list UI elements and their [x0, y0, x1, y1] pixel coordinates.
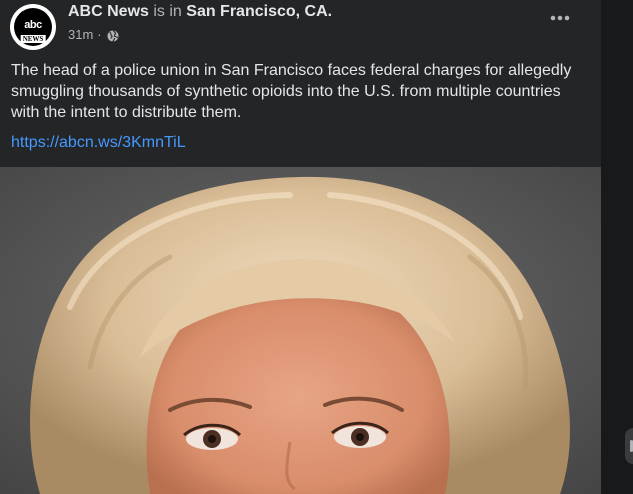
- abc-news-avatar[interactable]: abc NEWS: [10, 4, 56, 50]
- article-link[interactable]: https://abcn.ws/3KmnTiL: [11, 132, 186, 153]
- post-card: abc NEWS ABC News is in San Francisco, C…: [0, 0, 601, 494]
- avatar-logo-text: abc: [24, 18, 42, 31]
- more-horizontal-icon: [550, 15, 570, 21]
- more-options-button[interactable]: [545, 6, 575, 30]
- author-name-link[interactable]: ABC News: [68, 3, 149, 20]
- post-body-text: The head of a police union in San Franci…: [11, 62, 572, 121]
- author-line: ABC News is in San Francisco, CA.: [68, 2, 332, 22]
- timestamp-link[interactable]: 31m: [68, 26, 93, 44]
- meta-separator: ·: [97, 27, 102, 42]
- post-photo[interactable]: [0, 167, 601, 494]
- abc-news-logo: abc NEWS: [14, 8, 52, 46]
- location-link[interactable]: San Francisco, CA.: [186, 3, 332, 20]
- post-meta: 31m ·: [68, 26, 119, 44]
- is-in-text: is in: [153, 3, 182, 20]
- post-header: abc NEWS ABC News is in San Francisco, C…: [0, 0, 601, 56]
- scroll-handle[interactable]: [625, 428, 633, 464]
- globe-icon[interactable]: [107, 29, 119, 42]
- avatar-sub-text: NEWS: [20, 35, 46, 43]
